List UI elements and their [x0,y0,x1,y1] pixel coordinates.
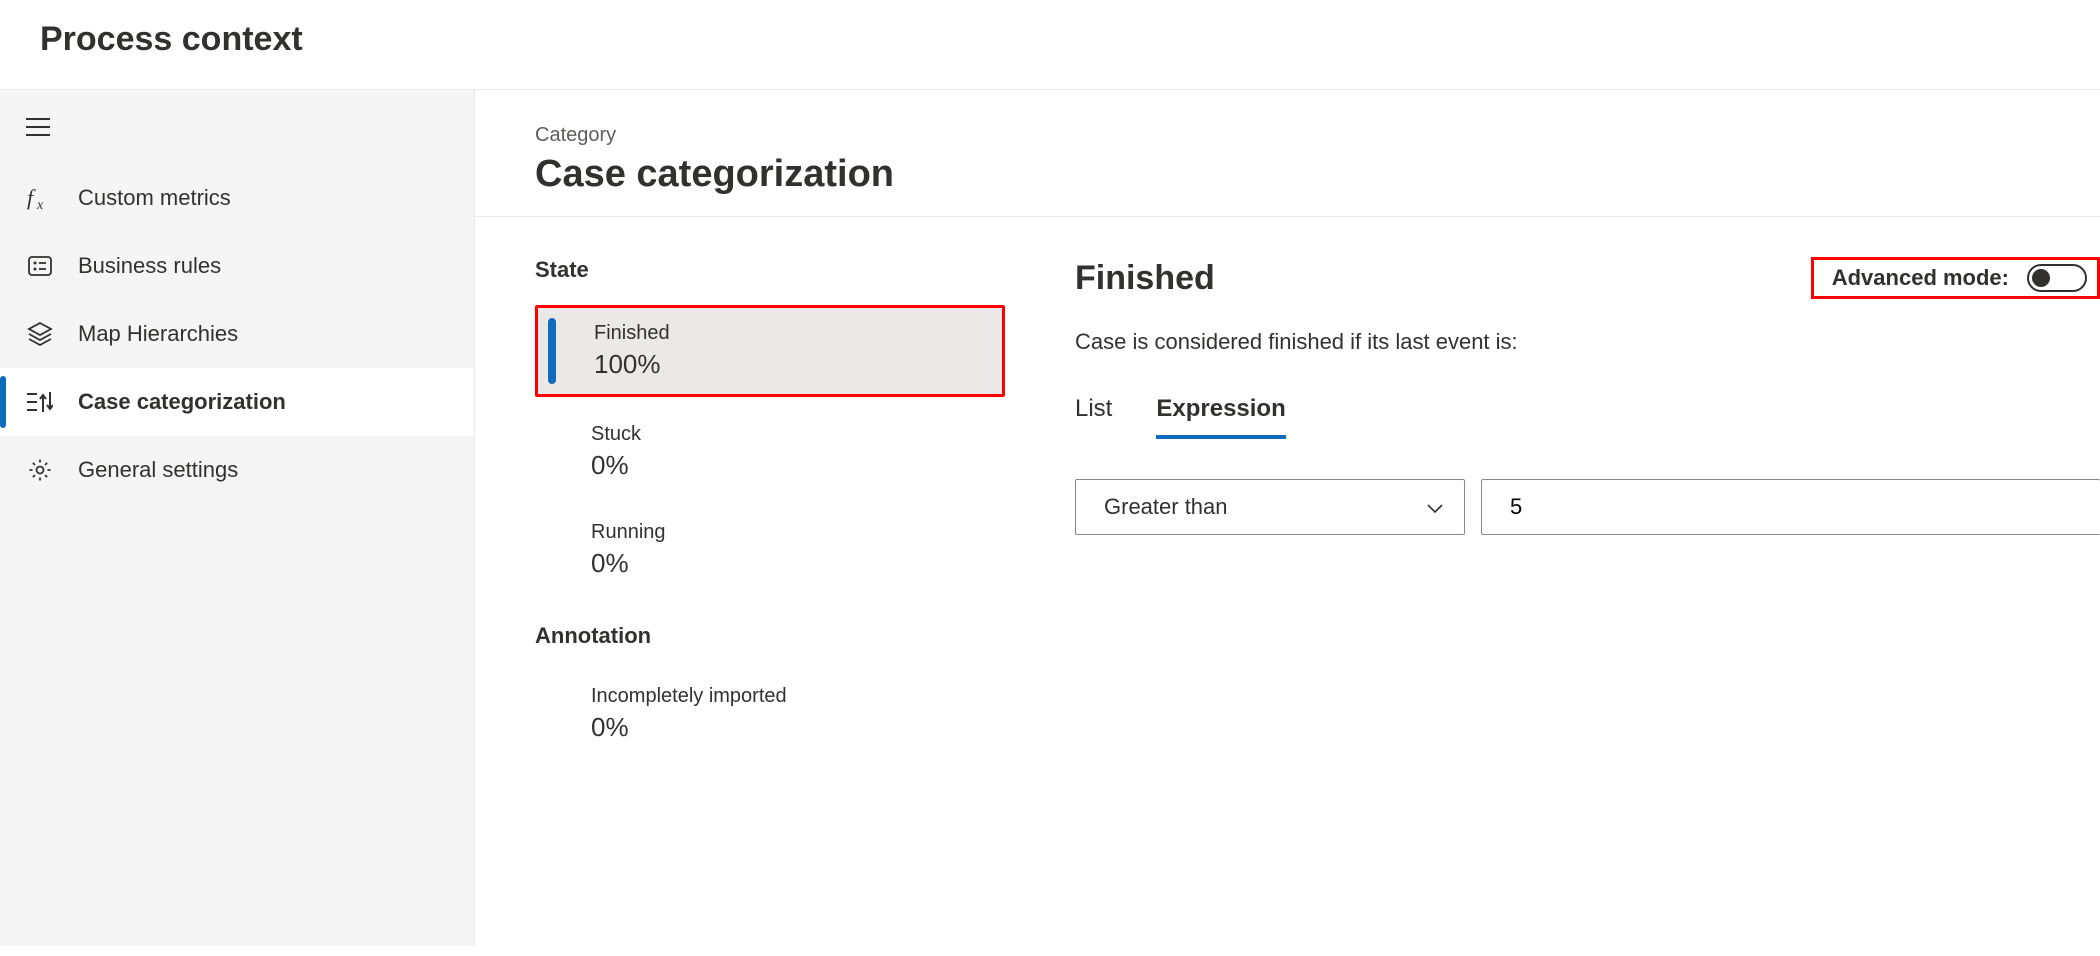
category-title: Case categorization [535,153,2100,196]
sidebar-item-label: Map Hierarchies [78,321,238,347]
menu-toggle-button[interactable] [0,108,474,164]
sidebar-item-label: Business rules [78,253,221,279]
advanced-mode-toggle[interactable] [2027,264,2087,292]
page-header: Process context [0,0,2100,90]
svg-text:x: x [36,198,44,211]
layers-icon [26,320,54,348]
advanced-mode-control: Advanced mode: [1811,257,2100,299]
fx-icon: fx [26,184,54,212]
state-value: 100% [594,349,982,380]
categorization-icon [26,388,54,416]
state-item-running[interactable]: Running 0% [535,507,1005,593]
sidebar-item-label: Custom metrics [78,185,231,211]
state-name: Stuck [591,423,985,446]
gear-icon [26,456,54,484]
sidebar-item-label: Case categorization [78,389,286,415]
value-input[interactable] [1481,479,2100,535]
sidebar-item-map-hierarchies[interactable]: Map Hierarchies [0,300,474,368]
sidebar-item-label: General settings [78,457,238,483]
state-value: 0% [591,548,985,579]
main-content: Category Case categorization State Finis… [475,90,2100,946]
annotation-section-label: Annotation [535,623,1005,649]
rules-icon [26,252,54,280]
state-item-stuck[interactable]: Stuck 0% [535,409,1005,495]
chevron-down-icon [1426,494,1444,520]
detail-description: Case is considered finished if its last … [1075,329,2100,355]
advanced-mode-label: Advanced mode: [1832,265,2009,291]
state-name: Finished [594,322,982,345]
hamburger-icon [26,118,448,136]
sidebar-item-business-rules[interactable]: Business rules [0,232,474,300]
annotation-value: 0% [591,712,985,743]
state-section-label: State [535,257,1005,283]
state-name: Running [591,521,985,544]
state-value: 0% [591,450,985,481]
annotation-name: Incompletely imported [591,685,985,708]
svg-text:f: f [27,185,36,210]
state-item-finished[interactable]: Finished 100% [535,305,1005,397]
detail-title: Finished [1075,259,1215,298]
annotation-item-incompletely-imported[interactable]: Incompletely imported 0% [535,671,1005,757]
sidebar-item-case-categorization[interactable]: Case categorization [0,368,474,436]
operator-value: Greater than [1104,494,1228,520]
sidebar: fx Custom metrics Business rules Map Hie… [0,90,475,946]
sidebar-item-general-settings[interactable]: General settings [0,436,474,504]
detail-tabs: List Expression [1075,395,2100,439]
sidebar-item-custom-metrics[interactable]: fx Custom metrics [0,164,474,232]
page-title: Process context [40,20,2060,59]
tab-expression[interactable]: Expression [1156,395,1285,439]
divider [475,216,2100,217]
operator-select[interactable]: Greater than [1075,479,1465,535]
category-label: Category [535,124,2100,147]
tab-list[interactable]: List [1075,395,1112,439]
